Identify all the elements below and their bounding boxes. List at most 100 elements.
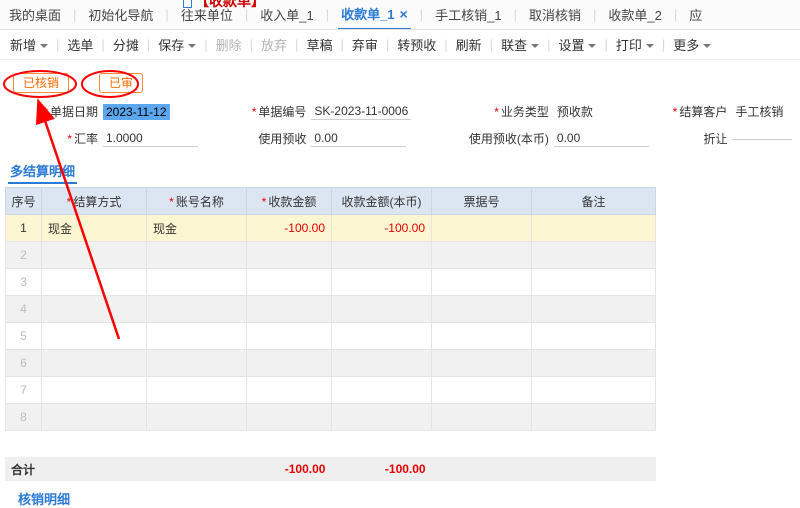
column-header: 序号 xyxy=(6,188,42,215)
cell-bill-no[interactable] xyxy=(432,350,532,377)
cell-account-name[interactable] xyxy=(147,242,247,269)
toolbar-button-print[interactable]: 打印 xyxy=(616,35,654,54)
cell-account-name[interactable] xyxy=(147,269,247,296)
cell-settlement-method[interactable] xyxy=(42,377,147,404)
cell-settlement-method[interactable]: 现金 xyxy=(42,215,147,242)
column-header: 票据号 xyxy=(432,188,532,215)
cell-amount-local[interactable] xyxy=(332,296,432,323)
toolbar-separator: | xyxy=(340,37,343,52)
toolbar-button-abandon[interactable]: 放弃 xyxy=(261,35,287,54)
toolbar-button-save[interactable]: 保存 xyxy=(158,35,196,54)
cell-amount[interactable] xyxy=(247,269,332,296)
toolbar-button-unapprove[interactable]: 弃审 xyxy=(352,35,378,54)
cell-amount-local[interactable] xyxy=(332,350,432,377)
required-asterisk: * xyxy=(169,195,174,209)
writeoff-detail-link[interactable]: 核销明细 xyxy=(18,489,70,508)
cell-remark[interactable] xyxy=(532,215,656,242)
cell-amount[interactable] xyxy=(247,323,332,350)
toolbar-button-refresh[interactable]: 刷新 xyxy=(456,35,482,54)
tab-truncated-tab[interactable]: 应 xyxy=(686,0,705,29)
cell-account-name[interactable] xyxy=(147,350,247,377)
row-number-cell: 6 xyxy=(6,350,42,377)
table-row: 5 xyxy=(6,323,656,350)
cell-account-name[interactable] xyxy=(147,323,247,350)
cell-settlement-method[interactable] xyxy=(42,404,147,431)
cell-bill-no[interactable] xyxy=(432,323,532,350)
toolbar-button-label: 草稿 xyxy=(306,35,332,54)
tab-income-form-1[interactable]: 收入单_1 xyxy=(257,0,316,29)
totals-row: 合计 -100.00 -100.00 xyxy=(5,457,656,481)
cell-amount-local[interactable] xyxy=(332,242,432,269)
toolbar-button-to-prepayment[interactable]: 转预收 xyxy=(397,35,436,54)
cell-remark[interactable] xyxy=(532,377,656,404)
use-prepayment-local-input[interactable]: 0.00 xyxy=(554,130,649,147)
business-type-input[interactable]: 预收款 xyxy=(554,102,596,121)
toolbar-button-linked-query[interactable]: 联查 xyxy=(501,35,539,54)
cell-remark[interactable] xyxy=(532,269,656,296)
toolbar-separator: | xyxy=(295,37,298,52)
document-no-input[interactable]: SK-2023-11-0006 xyxy=(311,103,411,120)
cell-bill-no[interactable] xyxy=(432,242,532,269)
cell-settlement-method[interactable] xyxy=(42,242,147,269)
use-prepayment-input[interactable]: 0.00 xyxy=(311,130,406,147)
tab-separator: | xyxy=(420,7,423,22)
toolbar-button-settings[interactable]: 设置 xyxy=(558,35,596,54)
tab-separator: | xyxy=(593,7,596,22)
cell-amount-local[interactable] xyxy=(332,404,432,431)
toolbar-button-delete[interactable]: 删除 xyxy=(216,35,242,54)
cell-amount-local[interactable] xyxy=(332,323,432,350)
cell-amount[interactable] xyxy=(247,404,332,431)
cell-account-name[interactable]: 现金 xyxy=(147,215,247,242)
cell-settlement-method[interactable] xyxy=(42,269,147,296)
partial-top-text: 【收款单】 xyxy=(183,0,265,11)
cell-amount[interactable] xyxy=(247,296,332,323)
tab-receipt-form-2[interactable]: 收款单_2 xyxy=(605,0,664,29)
exchange-rate-input[interactable]: 1.0000 xyxy=(103,130,198,147)
tab-cancel-writeoff[interactable]: 取消核销 xyxy=(526,0,584,29)
toolbar-button-allocate[interactable]: 分摊 xyxy=(113,35,139,54)
cell-remark[interactable] xyxy=(532,350,656,377)
cell-settlement-method[interactable] xyxy=(42,350,147,377)
tab-multi-settlement-detail[interactable]: 多结算明细 xyxy=(8,158,77,184)
required-asterisk: * xyxy=(43,105,48,119)
tab-my-desktop[interactable]: 我的桌面 xyxy=(6,0,64,29)
cell-amount-local[interactable]: -100.00 xyxy=(332,215,432,242)
toolbar-separator: | xyxy=(386,37,389,52)
toolbar-button-add[interactable]: 新增 xyxy=(10,35,48,54)
toolbar-button-label: 放弃 xyxy=(261,35,287,54)
cell-settlement-method[interactable] xyxy=(42,323,147,350)
cell-bill-no[interactable] xyxy=(432,296,532,323)
tab-receipt-form-1[interactable]: 收款单_1× xyxy=(338,0,411,30)
discount-input[interactable] xyxy=(732,137,792,140)
cell-amount[interactable]: -100.00 xyxy=(247,215,332,242)
toolbar-button-draft[interactable]: 草稿 xyxy=(306,35,332,54)
cell-amount[interactable] xyxy=(247,350,332,377)
cell-account-name[interactable] xyxy=(147,377,247,404)
cell-bill-no[interactable] xyxy=(432,215,532,242)
cell-account-name[interactable] xyxy=(147,404,247,431)
column-header: 备注 xyxy=(532,188,656,215)
toolbar-button-select-order[interactable]: 选单 xyxy=(67,35,93,54)
document-mini-icon xyxy=(183,0,192,8)
tab-init-navigation[interactable]: 初始化导航 xyxy=(85,0,156,29)
cell-remark[interactable] xyxy=(532,404,656,431)
cell-amount-local[interactable] xyxy=(332,377,432,404)
cell-bill-no[interactable] xyxy=(432,404,532,431)
cell-settlement-method[interactable] xyxy=(42,296,147,323)
cell-amount-local[interactable] xyxy=(332,269,432,296)
cell-account-name[interactable] xyxy=(147,296,247,323)
cell-amount[interactable] xyxy=(247,377,332,404)
toolbar-button-label: 选单 xyxy=(67,35,93,54)
tab-close-icon[interactable]: × xyxy=(400,7,408,21)
settlement-customer-input[interactable]: 手工核销 xyxy=(732,102,786,121)
cell-remark[interactable] xyxy=(532,296,656,323)
tab-manual-writeoff-1[interactable]: 手工核销_1 xyxy=(432,0,504,29)
document-date-input[interactable]: 2023-11-12 xyxy=(103,104,170,120)
cell-amount[interactable] xyxy=(247,242,332,269)
cell-bill-no[interactable] xyxy=(432,269,532,296)
toolbar-button-more[interactable]: 更多 xyxy=(673,35,711,54)
cell-bill-no[interactable] xyxy=(432,377,532,404)
cell-remark[interactable] xyxy=(532,242,656,269)
row-number-cell: 1 xyxy=(6,215,42,242)
cell-remark[interactable] xyxy=(532,323,656,350)
